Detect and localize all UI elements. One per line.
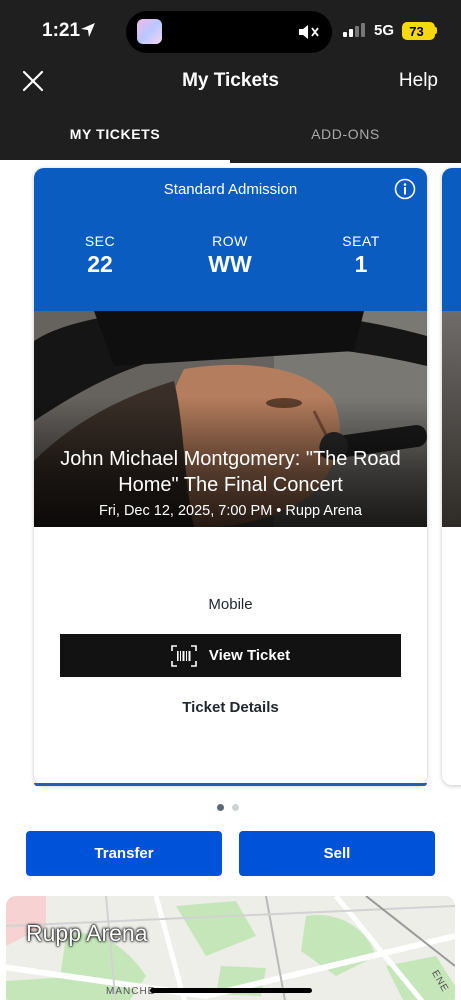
section-info: SEC 22 <box>55 233 145 278</box>
status-bar: 1:21 5G 73 <box>0 0 461 62</box>
now-playing-artwork-icon <box>137 19 162 44</box>
row-info: ROW WW <box>185 233 275 278</box>
row-value: WW <box>208 251 252 277</box>
home-indicator[interactable] <box>150 988 312 993</box>
section-label: SEC <box>84 233 116 249</box>
transfer-button[interactable]: Transfer <box>26 831 222 876</box>
map-tiles <box>6 896 455 1000</box>
view-ticket-button[interactable]: View Ticket <box>60 634 401 677</box>
section-value: 22 <box>87 251 113 277</box>
ticket-card[interactable]: Standard Admission SEC 22 ROW WW SEAT 1 <box>34 168 427 785</box>
battery-indicator: 73 <box>402 22 435 40</box>
view-ticket-label: View Ticket <box>208 647 291 664</box>
seat-label: SEAT <box>342 233 380 249</box>
event-title: John Michael Montgomery: "The Road Home"… <box>60 448 401 496</box>
next-ticket-card[interactable] <box>442 168 461 785</box>
page-title: My Tickets <box>182 70 279 91</box>
battery-tip <box>435 27 437 34</box>
network-type: 5G <box>374 22 395 39</box>
venue-map[interactable]: Rupp Arena MANCHE ENE <box>6 896 455 1000</box>
status-time: 1:21 <box>42 20 81 41</box>
tab-add-ons[interactable]: ADD-ONS <box>230 126 461 142</box>
map-street-label: MANCHE <box>106 986 156 997</box>
seat-info: SEAT 1 <box>316 233 406 278</box>
ticket-details-link[interactable]: Ticket Details <box>34 699 427 716</box>
event-image: John Michael Montgomery: "The Road Home"… <box>34 311 427 527</box>
pagination-dots <box>217 804 239 811</box>
dynamic-island <box>126 11 332 53</box>
card-accent-line <box>34 783 427 786</box>
cell-signal-icon <box>343 23 365 37</box>
mute-speaker-icon <box>299 25 319 39</box>
event-date-venue: Fri, Dec 12, 2025, 7:00 PM • Rupp Arena <box>99 503 362 519</box>
battery-percent: 73 <box>409 23 424 39</box>
admission-type: Standard Admission <box>163 181 298 198</box>
active-tab-indicator <box>0 160 230 163</box>
help-link[interactable]: Help <box>399 70 438 92</box>
seat-value: 1 <box>354 251 368 277</box>
row-label: ROW <box>212 233 248 249</box>
page-dot-2[interactable] <box>232 804 239 811</box>
info-icon[interactable] <box>394 178 416 200</box>
tab-my-tickets[interactable]: MY TICKETS <box>0 126 230 142</box>
delivery-method: Mobile <box>208 596 253 613</box>
next-ticket-header <box>442 168 461 311</box>
sell-button[interactable]: Sell <box>239 831 435 876</box>
top-header: 1:21 5G 73 My Tickets Help MY TICKETS AD… <box>0 0 461 163</box>
ticket-header: Standard Admission SEC 22 ROW WW SEAT 1 <box>34 168 427 311</box>
location-arrow-icon <box>81 23 95 37</box>
map-venue-name: Rupp Arena <box>26 920 148 946</box>
next-ticket-image <box>442 311 461 527</box>
page-dot-1[interactable] <box>217 804 224 811</box>
barcode-scan-icon <box>171 644 197 667</box>
